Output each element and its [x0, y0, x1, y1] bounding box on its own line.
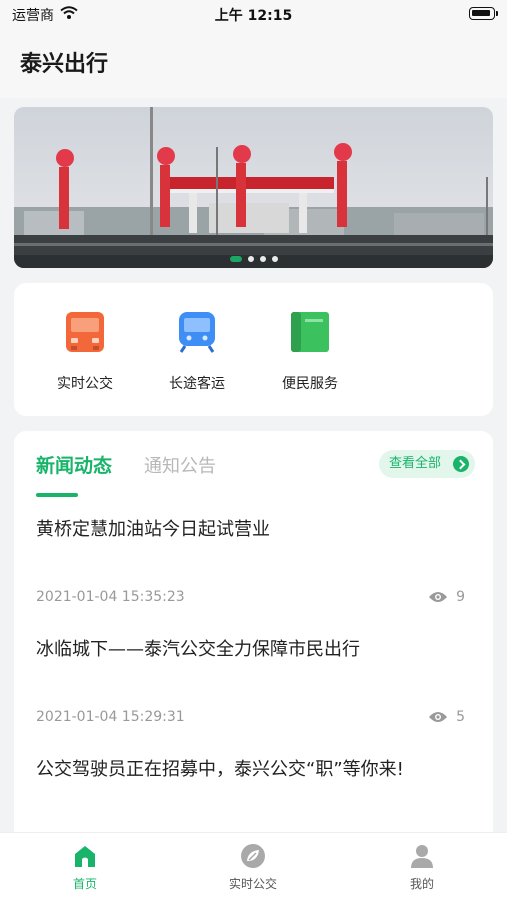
news-title: 冰临城下——泰汽公交全力保障市民出行	[36, 639, 360, 660]
news-item[interactable]: 冰临城下——泰汽公交全力保障市民出行 2021-01-04 15:29:31 5	[36, 635, 471, 731]
service-convenience[interactable]: 便民服务	[260, 311, 360, 393]
service-label: 长途客运	[169, 376, 225, 392]
tab-news[interactable]: 新闻动态	[36, 451, 112, 478]
tab-mine[interactable]: 我的	[362, 843, 482, 892]
news-item[interactable]: 黄桥定慧加油站今日起试营业 2021-01-04 15:35:23 9	[36, 515, 471, 611]
eye-icon	[429, 712, 448, 722]
header: 泰兴出行	[0, 28, 507, 98]
news-views: 5	[428, 709, 465, 725]
news-title: 公交驾驶员正在招募中，泰兴公交“职”等你来!	[36, 759, 404, 780]
bus-icon	[65, 311, 105, 353]
news-meta: 2021-01-04 15:29:31 5	[36, 709, 471, 731]
banner-image	[14, 107, 493, 268]
view-count: 5	[456, 709, 465, 725]
tab-home[interactable]: 首页	[25, 843, 145, 892]
book-icon	[290, 311, 330, 353]
carousel-dot[interactable]	[259, 256, 266, 262]
news-views: 9	[428, 589, 465, 605]
carousel-dot[interactable]	[229, 256, 242, 262]
carousel-indicator[interactable]	[14, 256, 493, 262]
news-meta: 2021-01-04 15:35:23 9	[36, 589, 471, 611]
battery-icon	[469, 7, 498, 20]
view-all-label: 查看全部	[388, 456, 441, 471]
news-item[interactable]: 公交驾驶员正在招募中，泰兴公交“职”等你来!	[36, 755, 471, 781]
coach-icon	[177, 311, 217, 353]
status-time: 上午 12:15	[214, 8, 293, 24]
news-card: 新闻动态 通知公告 查看全部 黄桥定慧加油站今日起试营业 2021-01-04 …	[14, 431, 493, 851]
tab-notices[interactable]: 通知公告	[144, 452, 216, 478]
eye-icon	[429, 592, 448, 602]
services-card: 实时公交 长途客运 便民服务	[14, 283, 493, 416]
tab-label: 首页	[72, 877, 97, 891]
view-all-button[interactable]: 查看全部	[378, 450, 475, 478]
tab-realtime-bus[interactable]: 实时公交	[193, 843, 313, 892]
bottom-tabbar: 首页 实时公交 我的	[0, 832, 507, 900]
news-time: 2021-01-04 15:29:31	[36, 709, 185, 725]
service-realtime-bus[interactable]: 实时公交	[35, 311, 135, 393]
view-count: 9	[456, 589, 465, 605]
user-icon	[409, 843, 435, 869]
service-long-distance[interactable]: 长途客运	[147, 311, 247, 393]
carousel-dot[interactable]	[271, 256, 278, 262]
tab-label: 我的	[409, 877, 434, 891]
news-title: 黄桥定慧加油站今日起试营业	[36, 519, 270, 540]
leaf-icon	[240, 843, 266, 869]
banner-carousel[interactable]	[14, 107, 493, 268]
home-icon	[72, 843, 98, 869]
chevron-right-icon	[453, 456, 469, 472]
active-tab-indicator	[36, 493, 78, 497]
tab-label: 实时公交	[228, 877, 277, 891]
page-title: 泰兴出行	[20, 52, 109, 77]
status-bar: 运营商 上午 12:15	[0, 0, 507, 28]
service-label: 便民服务	[282, 376, 338, 392]
service-label: 实时公交	[57, 376, 113, 392]
news-time: 2021-01-04 15:35:23	[36, 589, 185, 605]
carousel-dot[interactable]	[247, 256, 254, 262]
